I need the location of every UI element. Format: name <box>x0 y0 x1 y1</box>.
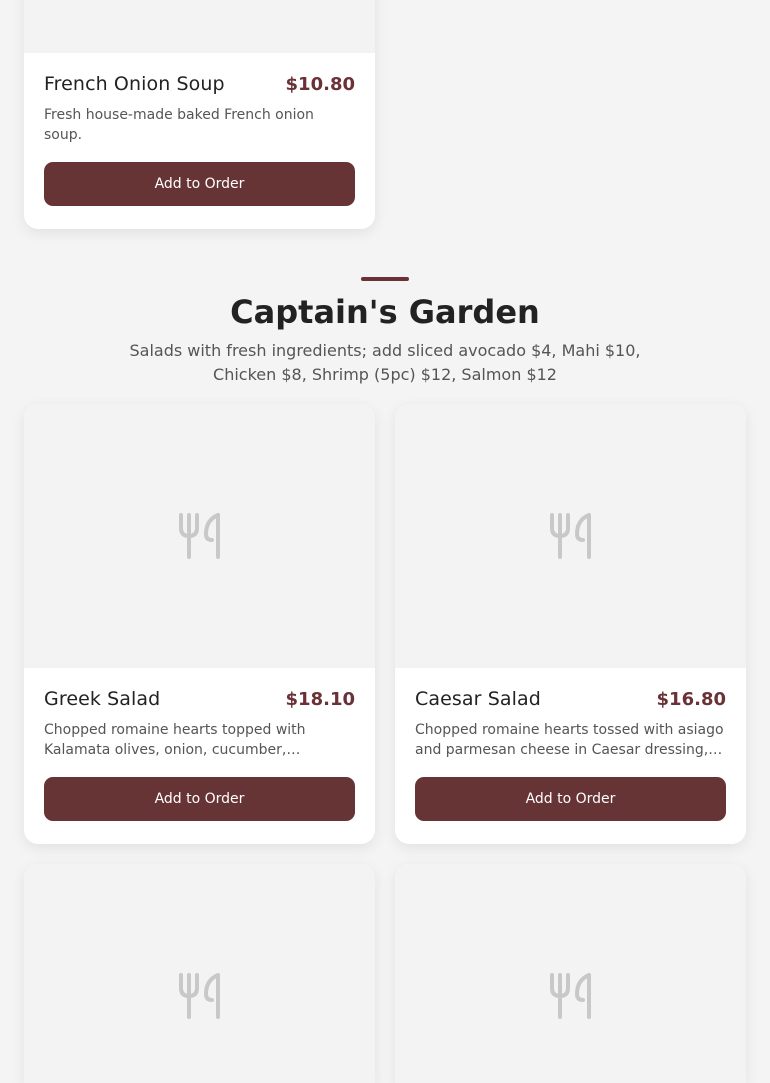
utensils-icon <box>549 972 591 1019</box>
section-header: Captain's Garden Salads with fresh ingre… <box>0 277 770 387</box>
menu-item-card: Greek Salad $18.10 Chopped romaine heart… <box>24 404 375 844</box>
section-description: Salads with fresh ingredients; add slice… <box>129 341 641 384</box>
menu-item-name: French Onion Soup <box>44 73 225 95</box>
menu-item-name: Caesar Salad <box>415 688 541 710</box>
menu-item-card: French Onion Soup $10.80 Fresh house-mad… <box>24 0 375 229</box>
add-to-order-button[interactable]: Add to Order <box>44 777 355 821</box>
menu-item-description: Chopped romaine hearts topped with Kalam… <box>44 722 306 758</box>
add-to-order-button[interactable]: Add to Order <box>44 162 355 206</box>
menu-item-name: Greek Salad <box>44 688 161 710</box>
menu-item-description: Fresh house-made baked French onion soup… <box>44 107 314 143</box>
menu-item-image-placeholder <box>395 404 746 668</box>
menu-item-image-placeholder <box>24 864 375 1083</box>
section-divider <box>361 277 409 281</box>
menu-item-card <box>395 864 746 1083</box>
utensils-icon <box>549 513 591 559</box>
section-title: Captain's Garden <box>230 293 540 331</box>
menu-item-card: Caesar Salad $16.80 Chopped romaine hear… <box>395 404 746 844</box>
utensils-icon <box>178 972 220 1019</box>
utensils-icon <box>178 513 220 559</box>
menu-item-price: $10.80 <box>285 74 355 95</box>
menu-page: French Onion Soup $10.80 Fresh house-mad… <box>0 0 770 1083</box>
menu-item-image-placeholder <box>395 864 746 1083</box>
menu-item-price: $18.10 <box>285 689 355 710</box>
add-to-order-button[interactable]: Add to Order <box>415 777 726 821</box>
menu-item-image-placeholder <box>24 404 375 668</box>
menu-item-price: $16.80 <box>656 689 726 710</box>
menu-item-description: Chopped romaine hearts tossed with asiag… <box>415 722 724 758</box>
menu-item-card <box>24 864 375 1083</box>
menu-item-image-placeholder <box>24 0 375 53</box>
